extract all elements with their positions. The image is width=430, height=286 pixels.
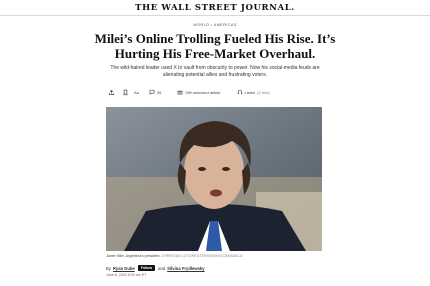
article-photo[interactable] bbox=[106, 107, 322, 251]
article-toolbar: Aa 39 Gift unlocked article Listen (2 mi… bbox=[106, 86, 324, 98]
follow-button[interactable]: Follow bbox=[137, 265, 156, 271]
photo-illustration bbox=[106, 107, 322, 251]
listen-duration: (2 min) bbox=[257, 89, 270, 95]
gift-article-button[interactable]: Gift unlocked article bbox=[177, 89, 221, 95]
bookmark-icon[interactable] bbox=[120, 87, 130, 97]
comments-button[interactable]: 39 bbox=[149, 89, 161, 95]
gift-icon bbox=[177, 90, 183, 95]
caption-credit: CHRISTIAN LUTZ/REUTERS/NEWSCOM/ABACA bbox=[161, 254, 243, 258]
byline-prefix: By bbox=[106, 265, 111, 271]
gift-label: Gift unlocked article bbox=[185, 89, 221, 95]
section-breadcrumb[interactable]: WORLD • AMERICAS bbox=[0, 23, 430, 27]
author-link-2[interactable]: Silvina Frydlewsky bbox=[167, 266, 204, 271]
comments-count: 39 bbox=[156, 89, 162, 95]
caption-text: Javier Milei, Argentina’s president. bbox=[106, 254, 161, 258]
header-divider bbox=[0, 15, 430, 16]
text-size-button[interactable]: Aa bbox=[134, 90, 139, 95]
article-headline: Milei’s Online Trolling Fueled His Rise.… bbox=[94, 31, 336, 61]
listen-label: Listen bbox=[244, 89, 256, 95]
share-icon[interactable] bbox=[106, 87, 116, 97]
byline-connector: and bbox=[158, 265, 166, 271]
article-dek: The wild-haired leader used X to vault f… bbox=[110, 65, 320, 78]
masthead-logo[interactable]: THE WALL STREET JOURNAL. bbox=[0, 3, 430, 13]
headphones-icon bbox=[237, 89, 242, 95]
publish-date: June 8, 2024 6:00 am ET bbox=[106, 273, 147, 277]
author-link-1[interactable]: Ryan Dube bbox=[113, 266, 135, 271]
photo-caption: Javier Milei, Argentina’s president. CHR… bbox=[106, 254, 326, 258]
comment-icon bbox=[149, 89, 155, 95]
byline: By Ryan Dube Follow and Silvina Frydlews… bbox=[106, 265, 326, 271]
listen-button[interactable]: Listen (2 min) bbox=[237, 89, 270, 95]
